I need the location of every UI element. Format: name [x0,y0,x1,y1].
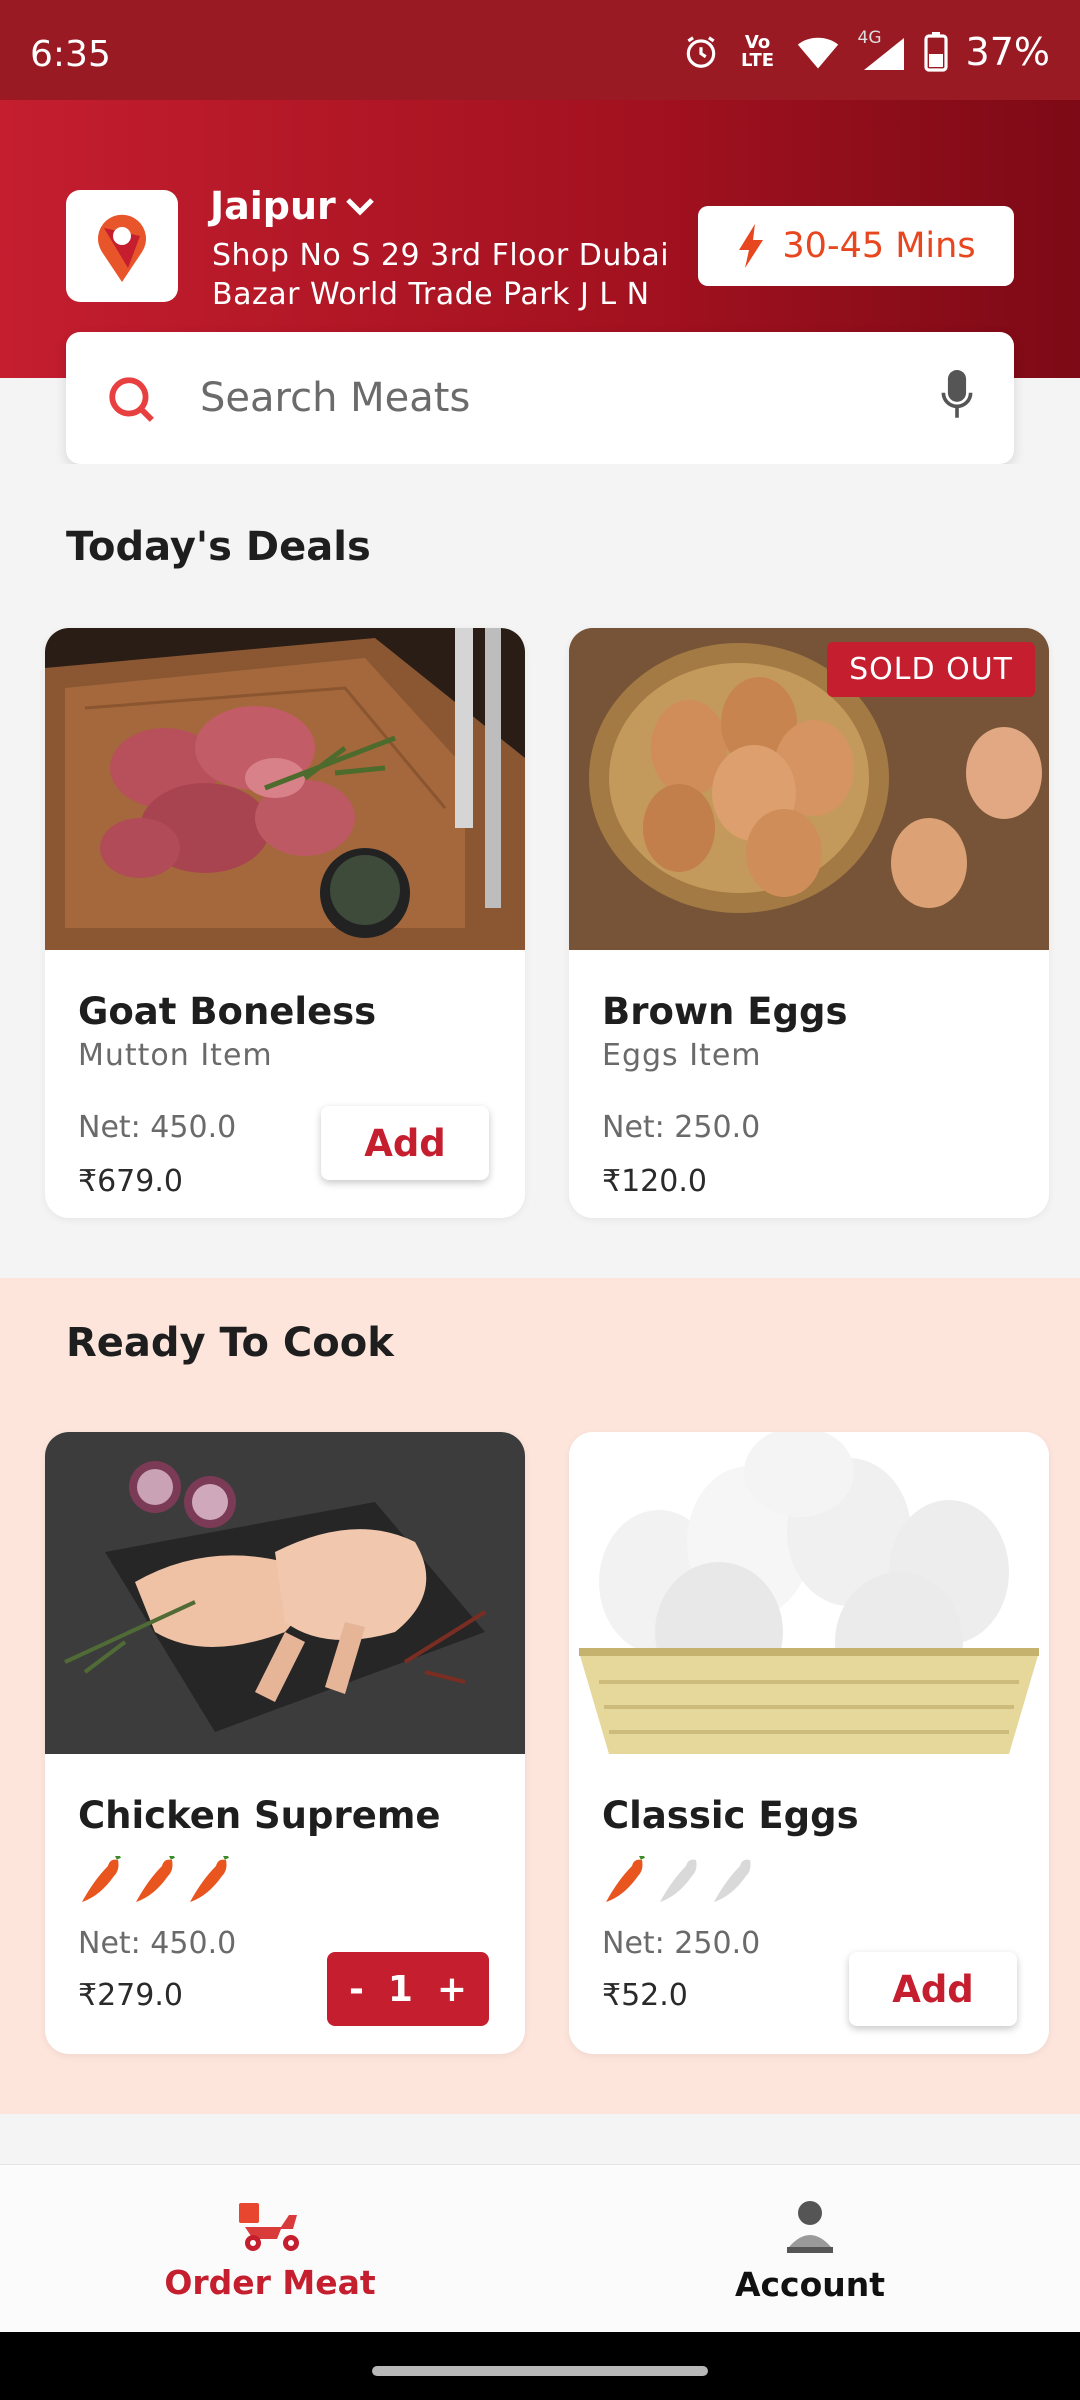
system-gesture-bar [0,2332,1080,2400]
ready-to-cook-section: Ready To Cook Chicken Supreme Net: 450.0… [0,1278,1080,2114]
alarm-icon [686,36,715,68]
search-bar[interactable] [66,332,1014,464]
home-gesture-handle[interactable] [372,2366,708,2376]
product-net-weight: Net: 450.0 [78,1110,237,1145]
network-type: 4G [857,28,882,48]
city-name: Jaipur [210,184,336,228]
status-time: 6:35 [30,34,111,75]
product-name: Brown Eggs [602,990,848,1033]
product-net-weight: Net: 450.0 [78,1926,237,1961]
product-price: ₹279.0 [78,1978,183,2013]
wifi-icon [797,37,838,69]
chili-outline-icon [660,1859,697,1902]
todays-deals-section: Today's Deals Goat Boneless Mutton Item … [0,464,1080,1276]
status-icons: Vo LTE 4G 37% [682,28,1050,74]
nav-label: Account [734,2265,886,2304]
product-name: Classic Eggs [602,1794,859,1837]
chili-icon [82,1856,121,1902]
add-button[interactable]: Add [321,1106,489,1180]
product-image-classic-eggs [569,1432,1049,1754]
nav-item-order-meat[interactable]: Order Meat [0,2165,540,2333]
cell-signal-icon: 4G [858,28,906,72]
product-card-classic-eggs[interactable]: Classic Eggs Net: 250.0 ₹52.0 Add [569,1432,1049,2054]
battery-icon [923,32,948,72]
chili-outline-icon [714,1859,751,1902]
product-image-chicken-supreme [45,1432,525,1754]
chili-icon [136,1856,175,1902]
app-logo [66,190,178,302]
quantity-stepper[interactable]: - 1 + [327,1952,489,2026]
location-pin-logo-icon [98,214,146,282]
product-price: ₹679.0 [78,1164,183,1199]
product-name: Goat Boneless [78,990,377,1033]
status-bar: 6:35 Vo LTE 4G 37% [0,0,1080,100]
product-price: ₹52.0 [602,1978,688,2013]
sold-out-badge: SOLD OUT [827,642,1035,697]
product-category: Mutton Item [78,1038,273,1073]
delivery-address[interactable]: Shop No S 29 3rd Floor Dubai Bazar World… [212,236,692,314]
eta-text: 30-45 Mins [782,226,976,266]
battery-percent: 37% [965,30,1050,74]
search-input[interactable] [200,364,850,432]
city-selector[interactable]: Jaipur [210,184,374,228]
product-card-goat-boneless[interactable]: Goat Boneless Mutton Item Net: 450.0 ₹67… [45,628,525,1218]
volte-icon: Vo LTE [740,32,775,71]
nav-item-account[interactable]: Account [540,2165,1080,2333]
chili-icon [606,1856,645,1902]
product-image-goat-boneless [45,628,525,950]
chevron-down-icon [346,198,374,216]
increment-button[interactable]: + [437,1969,467,2010]
product-net-weight: Net: 250.0 [602,1926,761,1961]
product-name: Chicken Supreme [78,1794,441,1837]
quantity-value: 1 [387,1968,413,2010]
lightning-icon [739,224,764,268]
product-price: ₹120.0 [602,1164,707,1199]
product-category: Eggs Item [602,1038,762,1073]
add-button[interactable]: Add [849,1952,1017,2026]
chili-icon [190,1856,229,1902]
spice-level-indicator [602,1856,758,1908]
microphone-icon[interactable] [940,370,974,420]
section-title-deals: Today's Deals [66,524,371,570]
product-card-brown-eggs[interactable]: SOLD OUT Brown Eggs Eggs Item Net: 250.0… [569,628,1049,1218]
scooter-icon [239,2203,299,2251]
bottom-navigation: Order Meat Account [0,2164,1080,2332]
search-icon [109,377,154,422]
product-net-weight: Net: 250.0 [602,1110,761,1145]
delivery-eta-badge: 30-45 Mins [698,206,1014,286]
decrement-button[interactable]: - [349,1969,364,2010]
product-card-chicken-supreme[interactable]: Chicken Supreme Net: 450.0 ₹279.0 - 1 + [45,1432,525,2054]
section-title-ready-to-cook: Ready To Cook [66,1320,394,1366]
nav-label: Order Meat [164,2263,376,2302]
person-icon [787,2201,833,2253]
spice-level-indicator [78,1856,234,1908]
